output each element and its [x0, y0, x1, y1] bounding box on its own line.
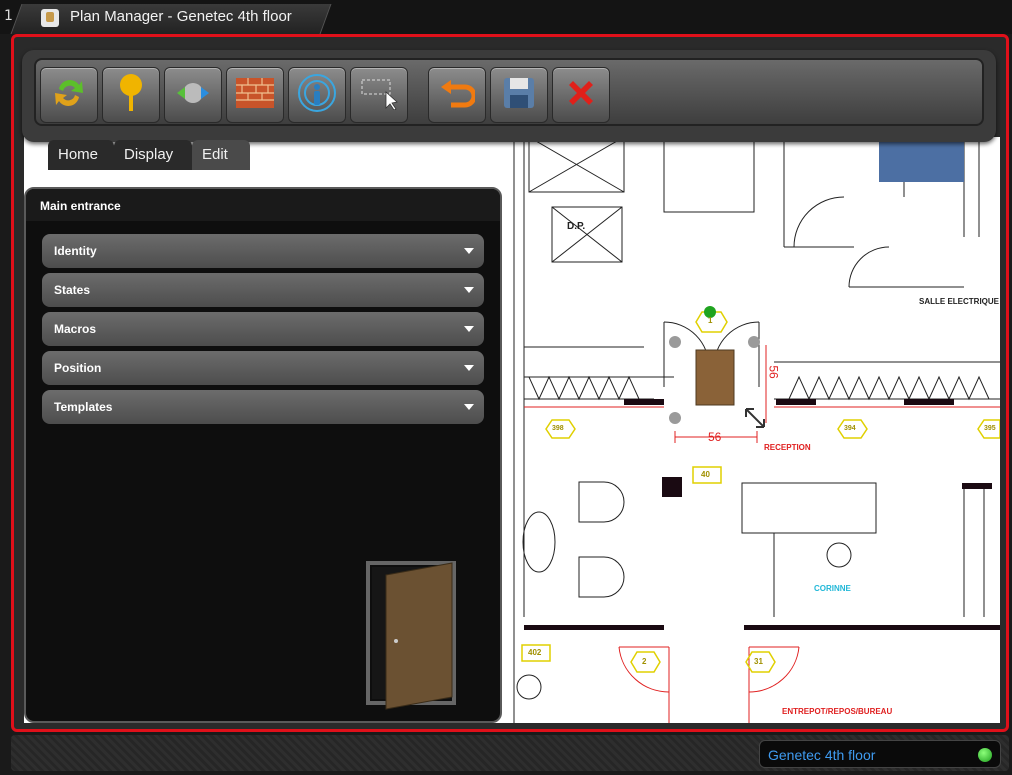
dimension-vertical: 56 [766, 365, 781, 379]
add-pin-button[interactable] [102, 67, 160, 123]
chevron-down-icon [464, 365, 474, 371]
plan-view-frame: D.P. SALLE ELECTRIQUE RECEPTION CORINNE … [11, 34, 1009, 732]
section-templates[interactable]: Templates [42, 390, 484, 424]
section-position[interactable]: Position [42, 351, 484, 385]
door-swap-icon [173, 76, 213, 114]
save-icon [502, 76, 536, 114]
section-identity[interactable]: Identity [42, 234, 484, 268]
signal-person-icon [297, 73, 337, 117]
dp-label: D.P. [567, 221, 586, 232]
section-states[interactable]: States [42, 273, 484, 307]
chevron-down-icon [464, 404, 474, 410]
refresh-arrows-icon [51, 75, 87, 115]
room-398-label: 398 [552, 425, 564, 432]
section-label: Position [54, 361, 102, 375]
door-number-2: 2 [642, 657, 647, 666]
tab-edit[interactable]: Edit [192, 140, 250, 170]
door-number-31: 31 [754, 657, 763, 666]
current-map-name: Genetec 4th floor [768, 747, 876, 763]
chevron-down-icon [464, 248, 474, 254]
title-bar: 1 Plan Manager - Genetec 4th floor [0, 0, 1012, 34]
reception-label: RECEPTION [764, 443, 811, 452]
map-selector[interactable]: Genetec 4th floor [759, 740, 1001, 768]
undo-button[interactable] [428, 67, 486, 123]
section-label: Templates [54, 400, 113, 414]
app-window: 1 Plan Manager - Genetec 4th floor D.P. … [0, 0, 1012, 775]
chevron-down-icon [464, 326, 474, 332]
section-label: States [54, 283, 91, 297]
window-title: Plan Manager - Genetec 4th floor [70, 8, 292, 25]
section-macros[interactable]: Macros [42, 312, 484, 346]
toolbar [22, 50, 996, 142]
tag-40-label: 40 [701, 470, 710, 479]
map-online-indicator-icon [978, 748, 992, 762]
door-preview-icon [366, 561, 456, 710]
add-intercom-button[interactable] [288, 67, 346, 123]
select-area-icon [360, 76, 398, 114]
door-number-1: 1 [708, 316, 713, 325]
pin-icon [116, 73, 146, 117]
add-door-button[interactable] [164, 67, 222, 123]
close-x-icon [564, 76, 598, 114]
section-label: Identity [54, 244, 97, 258]
brick-wall-icon [236, 78, 274, 112]
properties-panel: Main entrance Identity States Macros Pos… [24, 187, 502, 723]
tab-home[interactable]: Home [48, 140, 114, 170]
undo-icon [439, 77, 477, 113]
section-label: Macros [54, 322, 97, 336]
panel-title: Main entrance [40, 199, 121, 213]
save-button[interactable] [490, 67, 548, 123]
plan-manager-icon [41, 9, 59, 27]
toolbar-strip [34, 58, 984, 126]
room-394-label: 394 [844, 425, 856, 432]
refresh-map-button[interactable] [40, 67, 98, 123]
salle-electrique-label: SALLE ELECTRIQUE [919, 297, 1000, 306]
select-area-button[interactable] [350, 67, 408, 123]
room-395-label: 395 [984, 425, 996, 432]
chevron-down-icon [464, 287, 474, 293]
add-wall-button[interactable] [226, 67, 284, 123]
dimension-horizontal: 56 [708, 430, 722, 444]
corinne-label: CORINNE [814, 584, 851, 593]
tab-number: 1 [4, 8, 13, 24]
status-bar: Genetec 4th floor [11, 735, 1009, 771]
tab-display[interactable]: Display [114, 140, 192, 170]
delete-button[interactable] [552, 67, 610, 123]
tag-402-label: 402 [528, 648, 542, 657]
entrepot-label: ENTREPOT/REPOS/BUREAU [782, 707, 893, 716]
